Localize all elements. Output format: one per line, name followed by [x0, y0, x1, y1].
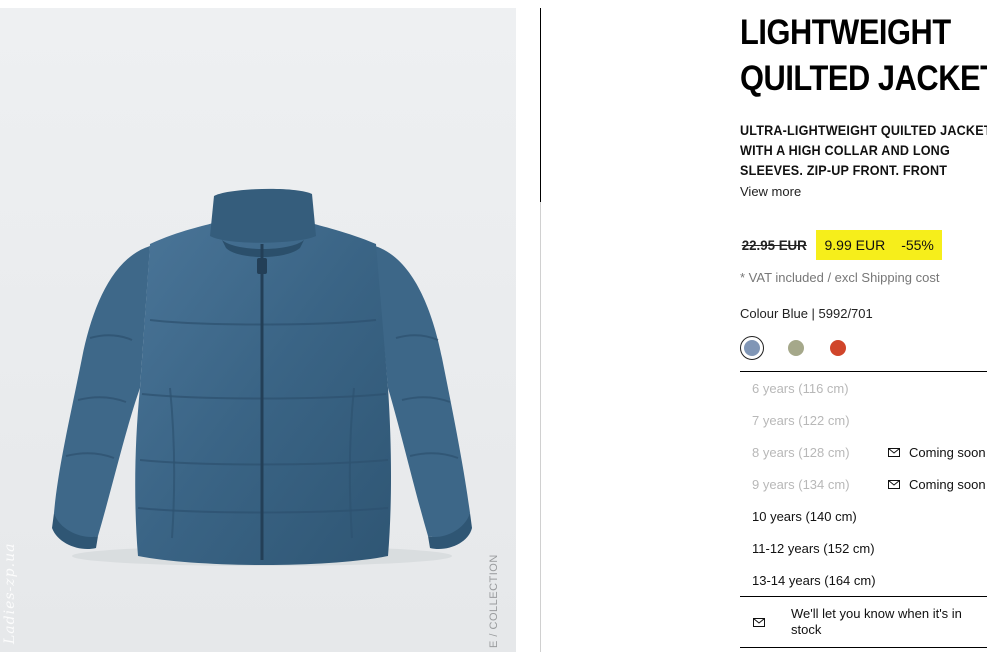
- mail-icon: [753, 617, 765, 627]
- coming-soon-notice[interactable]: Coming soon: [888, 477, 986, 492]
- old-price: 22.95 EUR: [741, 237, 807, 253]
- size-label: 10 years (140 cm): [752, 508, 857, 524]
- product-image[interactable]: Ladies-zp.ua E / COLLECTION: [0, 8, 516, 652]
- sale-price: 9.99 EUR: [824, 237, 886, 253]
- size-label: 6 years (116 cm): [752, 380, 849, 396]
- colour-label: Colour Blue | 5992/701: [740, 306, 873, 321]
- size-label: 7 years (122 cm): [752, 412, 850, 428]
- discount-percent: -55%: [901, 237, 934, 253]
- size-label: 11-12 years (152 cm): [752, 540, 875, 556]
- size-option[interactable]: 8 years (128 cm) Coming soon: [740, 436, 987, 468]
- swatch-fill: [830, 340, 846, 356]
- swatch-blue[interactable]: [740, 336, 764, 360]
- size-label: 13-14 years (164 cm): [752, 572, 876, 588]
- size-option[interactable]: 6 years (116 cm): [740, 372, 987, 404]
- product-description: ULTRA-LIGHTWEIGHT QUILTED JACKET WITH A …: [740, 120, 987, 180]
- product-title-line-1: LIGHTWEIGHT: [740, 13, 951, 52]
- swatch-fill: [744, 340, 760, 356]
- vat-note: * VAT included / excl Shipping cost: [740, 270, 940, 285]
- divider: [540, 8, 541, 202]
- divider: [540, 202, 541, 652]
- description-line: WITH A HIGH COLLAR AND LONG: [740, 142, 950, 158]
- swatch-fill: [788, 340, 804, 356]
- price-row: 22.95 EUR 9.99 EUR -55%: [740, 230, 942, 260]
- collection-tag: E / COLLECTION: [488, 554, 500, 648]
- swatch-green[interactable]: [786, 338, 806, 358]
- sale-price-badge: 9.99 EUR -55%: [816, 230, 942, 260]
- jacket-photo: [52, 188, 472, 566]
- product-details: LIGHTWEIGHT QUILTED JACKET ULTRA-LIGHTWE…: [740, 10, 987, 360]
- view-more-link[interactable]: View more: [740, 184, 801, 199]
- description-line: ULTRA-LIGHTWEIGHT QUILTED JACKET: [740, 122, 987, 138]
- product-title-line-2: QUILTED JACKET: [740, 59, 987, 98]
- colour-swatches: [740, 336, 848, 360]
- coming-soon-notice[interactable]: Coming soon: [888, 445, 986, 460]
- size-option[interactable]: 9 years (134 cm) Coming soon: [740, 468, 987, 500]
- size-label: 9 years (134 cm): [752, 476, 850, 492]
- mail-icon: [888, 479, 900, 489]
- notify-stock-button[interactable]: We'll let you know when it's in stock: [740, 596, 987, 648]
- mail-icon: [888, 447, 900, 457]
- watermark-text: Ladies-zp.ua: [2, 542, 18, 644]
- size-option[interactable]: 7 years (122 cm): [740, 404, 987, 436]
- coming-soon-text: Coming soon: [909, 444, 986, 460]
- size-option[interactable]: 10 years (140 cm): [740, 500, 987, 532]
- product-page: Ladies-zp.ua E / COLLECTION LIGHTWEIGHT …: [0, 0, 987, 652]
- swatch-red[interactable]: [828, 338, 848, 358]
- size-label: 8 years (128 cm): [752, 444, 850, 460]
- coming-soon-text: Coming soon: [909, 476, 986, 492]
- description-line: SLEEVES. ZIP-UP FRONT. FRONT: [740, 162, 948, 178]
- size-list: 6 years (116 cm) 7 years (122 cm) 8 year…: [740, 371, 987, 596]
- notify-text: We'll let you know when it's in stock: [791, 606, 962, 637]
- product-title: LIGHTWEIGHT QUILTED JACKET: [740, 10, 987, 102]
- size-option[interactable]: 11-12 years (152 cm): [740, 532, 987, 564]
- size-option[interactable]: 13-14 years (164 cm): [740, 564, 987, 596]
